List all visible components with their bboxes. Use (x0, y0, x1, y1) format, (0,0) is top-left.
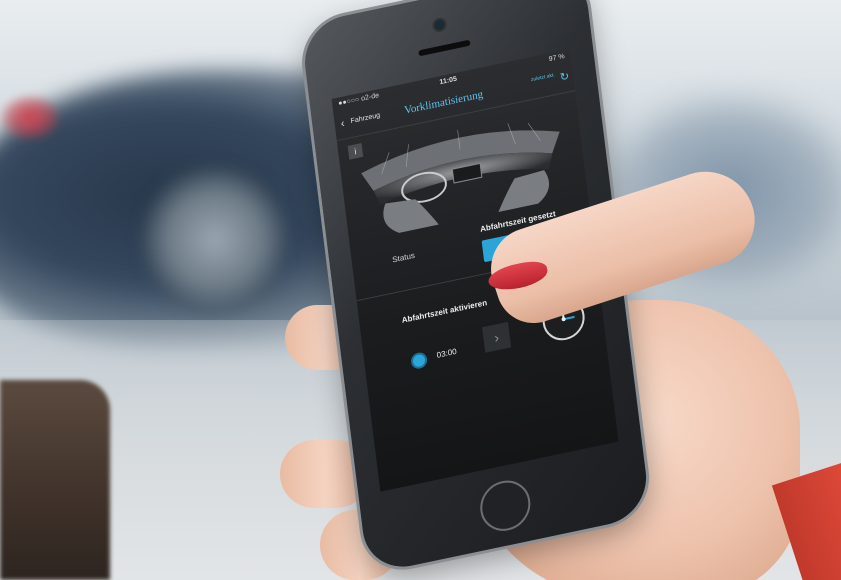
blurred-wheel (140, 165, 290, 315)
departure-radio[interactable] (412, 353, 426, 368)
clock-time: 11:05 (439, 75, 458, 87)
earpiece-speaker (418, 39, 471, 57)
last-updated-label: zuletzt akt. (530, 72, 556, 84)
home-button[interactable] (477, 475, 534, 536)
chevron-left-icon[interactable]: ‹ (340, 118, 345, 131)
back-button[interactable]: Fahrzeug (350, 112, 380, 125)
activate-departure-label: Abfahrtszeit aktivieren (401, 298, 488, 325)
departure-time: 03:00 (436, 346, 458, 360)
chevron-right-icon[interactable]: › (482, 321, 512, 353)
refresh-icon[interactable]: ↻ (559, 69, 570, 84)
status-label: Status (391, 250, 416, 265)
battery-label: 97 % (548, 53, 566, 64)
photo-scene: ●●○○○ o2-de 11:05 97 % ‹ Fahrzeug Vorkli… (0, 0, 841, 580)
front-camera (433, 18, 446, 31)
blurred-chair (0, 380, 110, 580)
blurred-tail-light (0, 95, 60, 140)
info-icon[interactable]: i (347, 143, 364, 160)
